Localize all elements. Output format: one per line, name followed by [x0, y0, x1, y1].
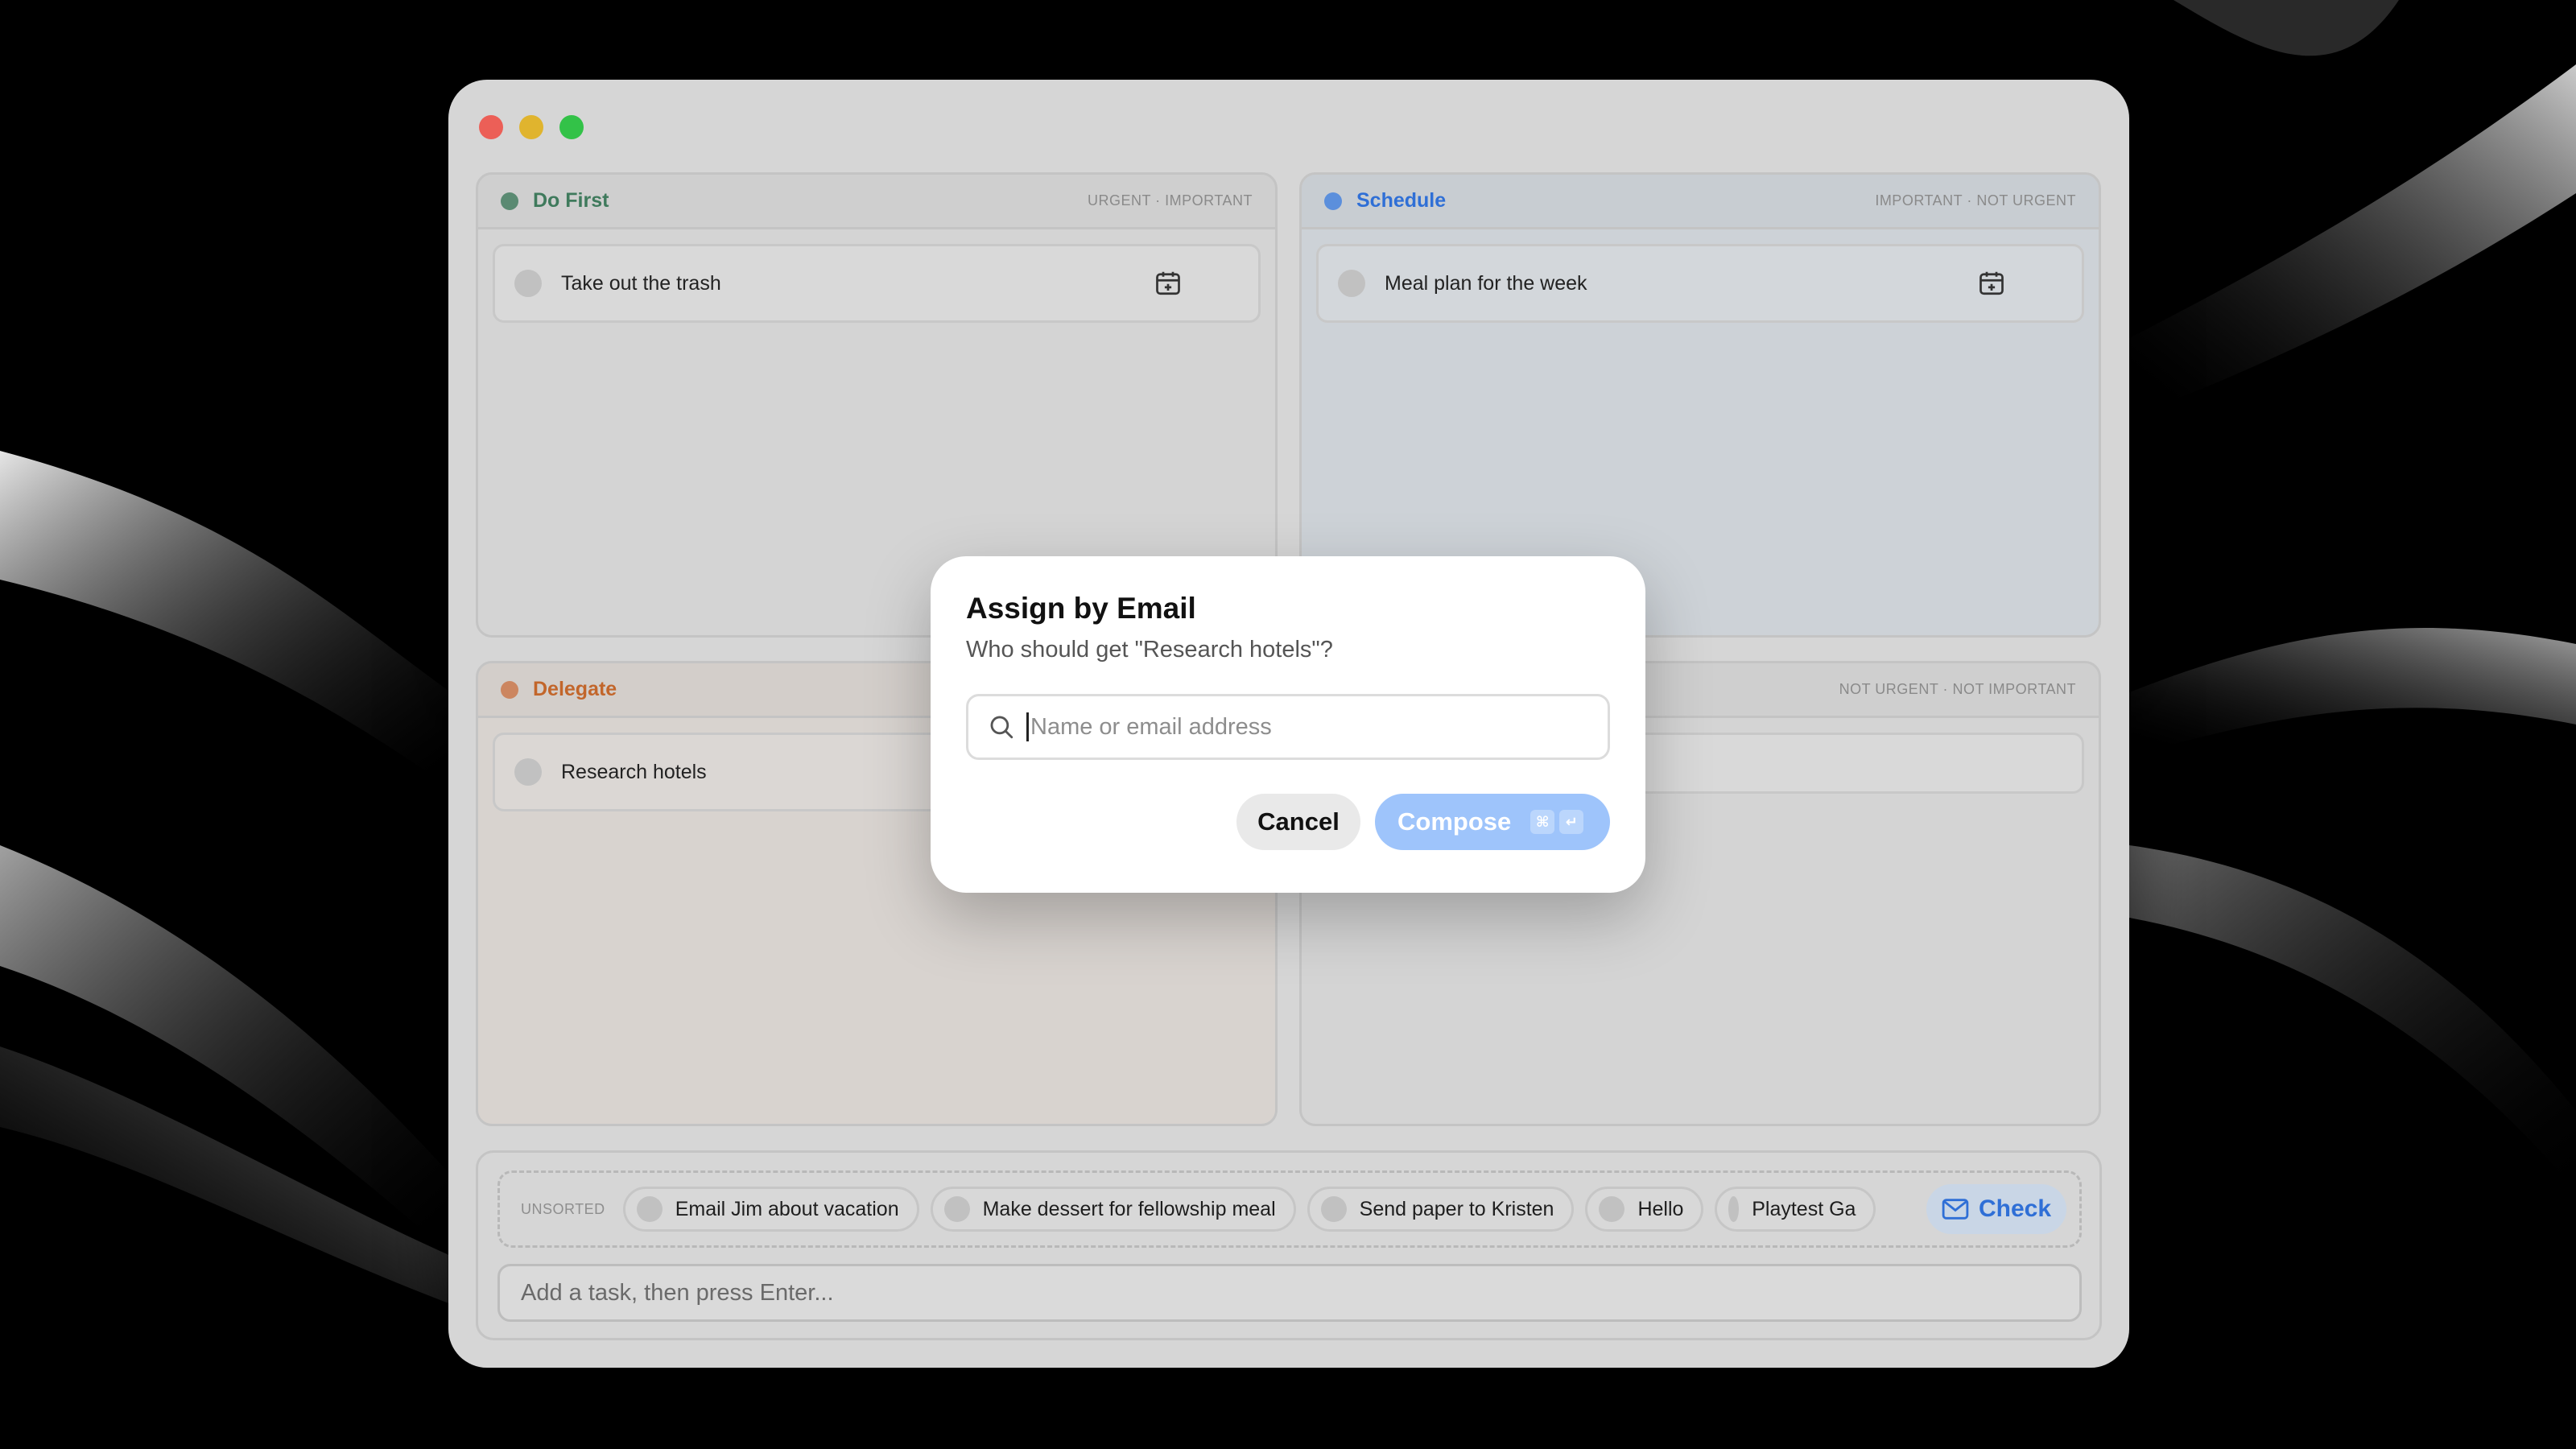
- add-task-placeholder: Add a task, then press Enter...: [521, 1279, 834, 1306]
- add-task-input[interactable]: Add a task, then press Enter...: [497, 1264, 2082, 1322]
- task-label: Meal plan for the week: [1385, 271, 1587, 295]
- check-email-button[interactable]: Check: [1926, 1184, 2066, 1234]
- unsorted-tray: UNSORTED Email Jim about vacation Make d…: [497, 1170, 2082, 1248]
- recipient-placeholder: Name or email address: [1030, 713, 1272, 740]
- quadrant-dot: [1324, 192, 1342, 210]
- chip-label: Hello: [1637, 1197, 1684, 1220]
- dialog-title: Assign by Email: [966, 592, 1196, 625]
- calendar-add-icon[interactable]: [1154, 269, 1183, 298]
- quadrant-title: Delegate: [533, 678, 617, 700]
- close-window-button[interactable]: [479, 115, 503, 139]
- enter-key-icon: ↵: [1559, 810, 1584, 834]
- quadrant-header: Do First URGENT · IMPORTANT: [478, 175, 1275, 229]
- chip-checkbox[interactable]: [943, 1196, 970, 1222]
- compose-button[interactable]: Compose ⌘ ↵: [1375, 794, 1610, 850]
- task-checkbox[interactable]: [514, 758, 542, 786]
- chip-checkbox[interactable]: [1728, 1196, 1740, 1222]
- quadrant-header: Schedule IMPORTANT · NOT URGENT: [1302, 175, 2099, 229]
- check-email-label: Check: [1978, 1195, 2052, 1222]
- task-checkbox[interactable]: [1338, 270, 1365, 297]
- chip-label: Email Jim about vacation: [675, 1197, 899, 1220]
- cmd-key-icon: ⌘: [1530, 810, 1555, 834]
- mail-icon: [1942, 1199, 1969, 1220]
- quadrant-tag: NOT URGENT · NOT IMPORTANT: [1839, 681, 2076, 697]
- task-label: Take out the trash: [561, 271, 721, 295]
- chip-checkbox[interactable]: [636, 1196, 663, 1222]
- unsorted-chip[interactable]: Make dessert for fellowship meal: [930, 1187, 1296, 1232]
- assign-by-email-dialog: Assign by Email Who should get "Research…: [931, 556, 1645, 893]
- unsorted-chip[interactable]: Playtest Ga: [1715, 1187, 1876, 1232]
- maximize-window-button[interactable]: [559, 115, 584, 139]
- text-caret: [1026, 712, 1029, 741]
- unsorted-chip[interactable]: Email Jim about vacation: [622, 1187, 919, 1232]
- quadrant-dot: [501, 680, 518, 699]
- calendar-add-icon[interactable]: [1977, 269, 2006, 298]
- cancel-button[interactable]: Cancel: [1236, 794, 1360, 850]
- compose-label: Compose: [1397, 807, 1512, 836]
- chip-label: Send paper to Kristen: [1359, 1197, 1554, 1220]
- unsorted-chip[interactable]: Send paper to Kristen: [1307, 1187, 1575, 1232]
- task-label: Research hotels: [561, 760, 707, 783]
- search-icon: [990, 716, 1013, 739]
- quadrant-tag: URGENT · IMPORTANT: [1087, 192, 1253, 208]
- minimize-window-button[interactable]: [519, 115, 543, 139]
- unsorted-chip[interactable]: Hello: [1585, 1187, 1704, 1232]
- dialog-subtitle: Who should get "Research hotels"?: [966, 637, 1333, 663]
- chip-checkbox[interactable]: [1599, 1196, 1625, 1222]
- task-checkbox[interactable]: [514, 270, 542, 297]
- unsorted-label: UNSORTED: [521, 1200, 605, 1217]
- chip-label: Make dessert for fellowship meal: [982, 1197, 1276, 1220]
- quadrant-title: Do First: [533, 189, 609, 212]
- recipient-input[interactable]: Name or email address: [966, 694, 1610, 760]
- task-item[interactable]: Meal plan for the week: [1316, 244, 2084, 323]
- quadrant-title: Schedule: [1356, 189, 1447, 212]
- chip-checkbox[interactable]: [1320, 1196, 1347, 1222]
- window-controls: [479, 115, 584, 139]
- bottom-panel: UNSORTED Email Jim about vacation Make d…: [476, 1150, 2102, 1340]
- chip-label: Playtest Ga: [1752, 1197, 1856, 1220]
- dialog-actions: Cancel Compose ⌘ ↵: [966, 794, 1610, 850]
- task-item[interactable]: Take out the trash: [493, 244, 1261, 323]
- quadrant-dot: [501, 192, 518, 210]
- compose-shortcut: ⌘ ↵: [1530, 810, 1584, 834]
- quadrant-tag: IMPORTANT · NOT URGENT: [1875, 192, 2076, 208]
